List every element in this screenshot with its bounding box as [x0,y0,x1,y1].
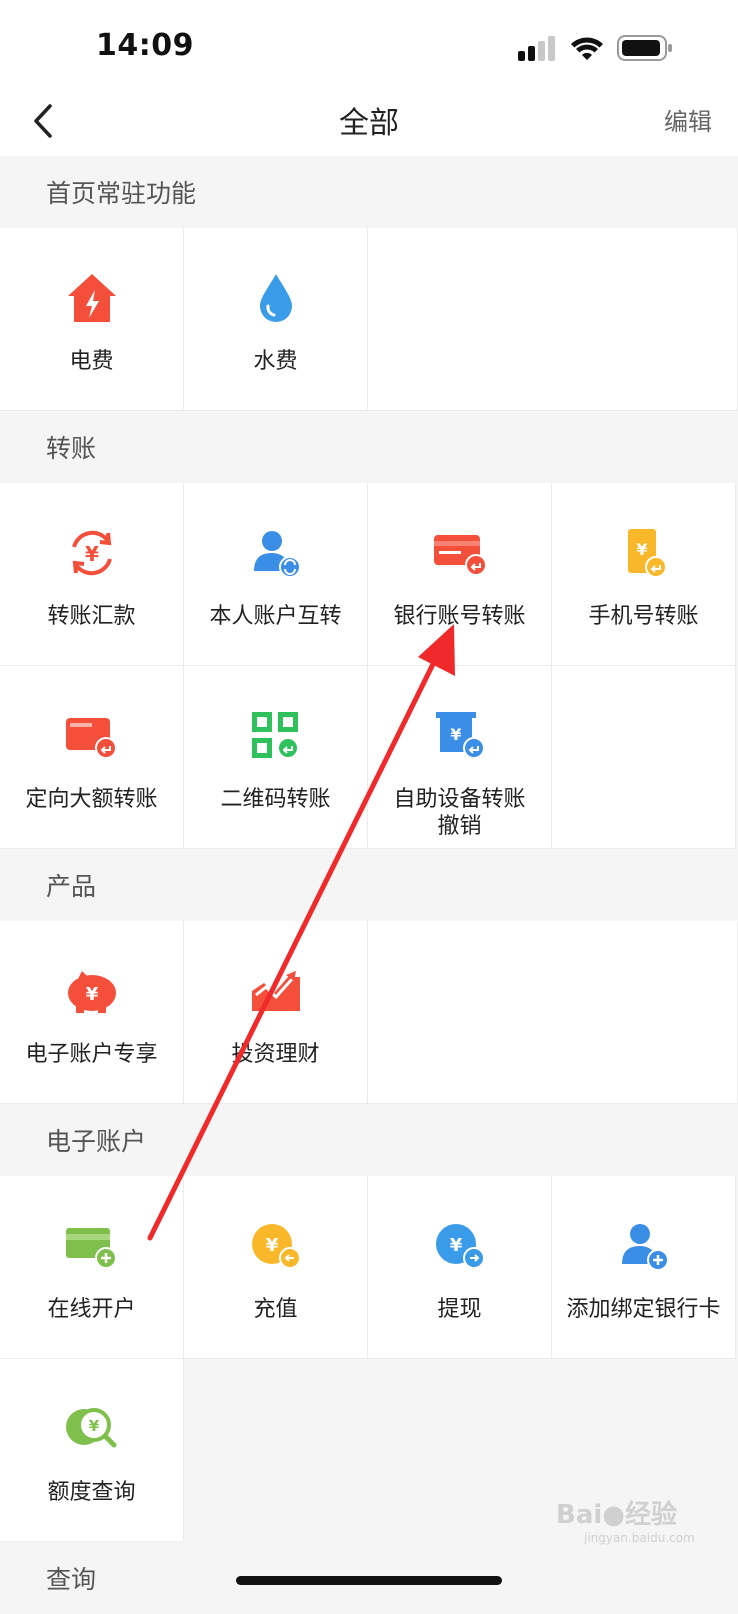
quota-search-icon: ¥ [0,1399,183,1459]
content: 首页常驻功能 电费 水费 转账 ¥ 转账汇款 本人账户互转 银行账号转账 ¥ 手… [0,156,738,1614]
item-recharge[interactable]: ¥ 充值 [184,1176,368,1359]
item-transfer-remit[interactable]: ¥ 转账汇款 [0,483,184,666]
item-atm-transfer-revoke[interactable]: ¥ 自助设备转账 撤销 [368,666,552,849]
grid-transfer: ¥ 转账汇款 本人账户互转 银行账号转账 ¥ 手机号转账 定向大额转账 二维码转… [0,483,738,849]
user-add-icon [552,1216,735,1276]
svg-text:¥: ¥ [449,1235,462,1256]
section-header-e-account: 电子账户 [0,1104,738,1176]
status-icons [518,34,678,64]
battery-icon [617,35,672,61]
item-qr-transfer[interactable]: 二维码转账 [184,666,368,849]
item-withdraw[interactable]: ¥ 提现 [368,1176,552,1359]
section-header-products: 产品 [0,849,738,921]
item-bank-account-transfer[interactable]: 银行账号转账 [368,483,552,666]
yuan-cycle-icon: ¥ [0,523,183,583]
svg-text:¥: ¥ [265,1235,278,1256]
section-header-home: 首页常驻功能 [0,156,738,228]
svg-text:¥: ¥ [85,984,98,1005]
item-open-account-online[interactable]: 在线开户 [0,1176,184,1359]
card-add-icon [0,1216,183,1276]
wifi-icon [571,37,603,60]
empty-cell [368,228,738,411]
house-lightning-icon [0,268,183,328]
item-electricity[interactable]: 电费 [0,228,184,411]
status-time: 14:09 [96,28,194,63]
item-e-account-exclusive[interactable]: ¥ 电子账户专享 [0,921,184,1104]
empty-cell [368,921,738,1104]
piggy-bank-icon: ¥ [0,961,183,1021]
home-indicator[interactable] [236,1576,502,1585]
section-header-transfer: 转账 [0,411,738,483]
item-water[interactable]: 水费 [184,228,368,411]
bank-card-transfer-icon [368,523,551,583]
paw-icon: ● [602,1500,625,1530]
item-phone-transfer[interactable]: ¥ 手机号转账 [552,483,736,666]
item-self-transfer[interactable]: 本人账户互转 [184,483,368,666]
item-quota-query[interactable]: ¥ 额度查询 [0,1359,184,1542]
grid-products: ¥ 电子账户专享 投资理财 [0,921,738,1104]
item-bind-bank-card[interactable]: 添加绑定银行卡 [552,1176,736,1359]
page-title: 全部 [339,106,399,141]
grid-home: 电费 水费 [0,228,738,411]
item-directional-large-transfer[interactable]: 定向大额转账 [0,666,184,849]
investment-chart-icon [184,961,367,1021]
cellular-signal-icon [518,36,555,61]
user-transfer-icon [184,523,367,583]
coin-in-icon: ¥ [184,1216,367,1276]
edit-button[interactable]: 编辑 [664,102,712,137]
qr-code-transfer-icon [184,706,367,766]
coin-out-icon: ¥ [368,1216,551,1276]
grid-e-account: 在线开户 ¥ 充值 ¥ 提现 添加绑定银行卡 ¥ 额度查询 [0,1176,738,1542]
water-drop-icon [184,268,367,328]
svg-text:¥: ¥ [636,540,647,559]
status-bar: 14:09 [0,0,738,90]
nav-bar: 全部 编辑 [0,90,738,156]
svg-text:¥: ¥ [85,542,99,566]
svg-text:¥: ¥ [450,725,461,744]
large-card-transfer-icon [0,706,183,766]
atm-revoke-icon: ¥ [368,706,551,766]
svg-text:¥: ¥ [88,1417,99,1435]
item-investment[interactable]: 投资理财 [184,921,368,1104]
watermark: Bai●经验 jingyan.baidu.com [556,1500,695,1545]
empty-cell [552,666,736,849]
phone-transfer-icon: ¥ [552,523,735,583]
